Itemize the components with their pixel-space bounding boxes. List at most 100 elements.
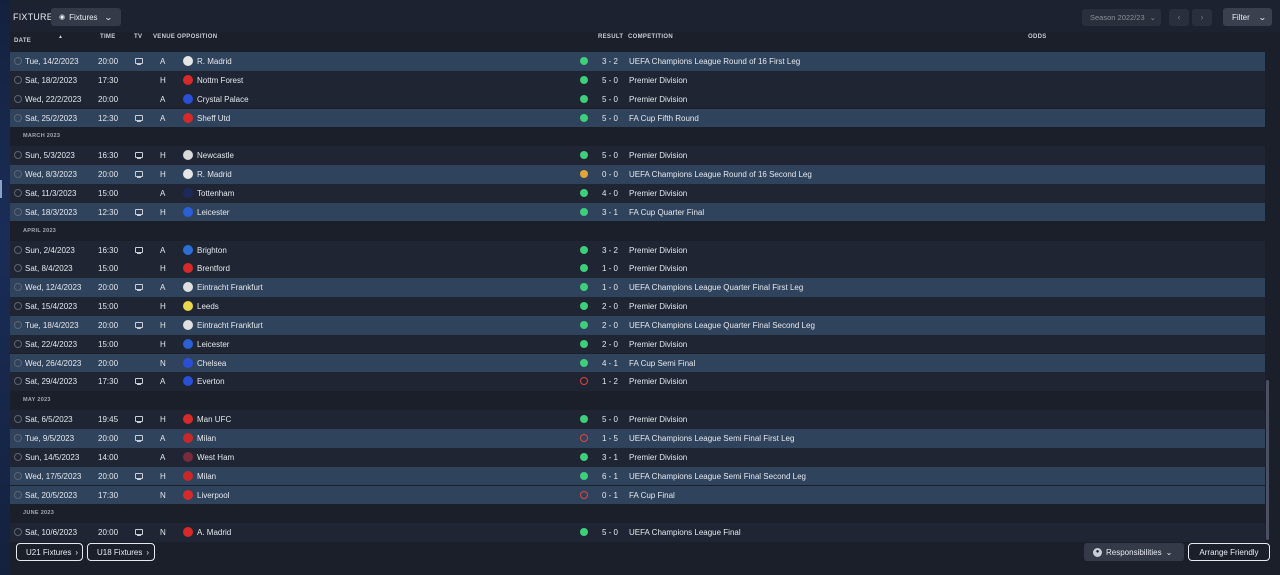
col-time-header[interactable]: TIME bbox=[100, 34, 116, 40]
select-checkbox[interactable] bbox=[14, 377, 22, 386]
table-row[interactable]: Sat, 18/3/2023 12:30 H Leicester 3 - 1 FA Cup… bbox=[10, 202, 1265, 222]
table-row[interactable]: Sat, 20/5/2023 17:30 N Liverpool 0 - 1 FA Cup… bbox=[10, 485, 1265, 505]
win-result-icon bbox=[580, 264, 588, 273]
season-selector[interactable]: Season 2022/23 ⌄ bbox=[1082, 9, 1161, 26]
table-row[interactable]: Sat, 6/5/2023 19:45 H Man UFC 5 - 0 Premier D… bbox=[10, 410, 1265, 429]
opposition-cell[interactable]: Man UFC bbox=[197, 415, 231, 424]
select-checkbox[interactable] bbox=[14, 320, 22, 329]
select-checkbox[interactable] bbox=[14, 207, 22, 216]
select-checkbox[interactable] bbox=[14, 302, 22, 311]
col-result-header[interactable]: RESULT bbox=[598, 34, 623, 40]
select-checkbox[interactable] bbox=[14, 452, 22, 461]
table-row[interactable]: Sat, 10/6/2023 20:00 N A. Madrid 5 - 0 UEFA C… bbox=[10, 523, 1265, 542]
u18-fixtures-button[interactable]: U18 Fixtures › bbox=[87, 543, 155, 561]
opposition-cell[interactable]: Leeds bbox=[197, 302, 219, 311]
select-checkbox[interactable] bbox=[14, 94, 22, 103]
table-row[interactable]: Sat, 29/4/2023 17:30 A Everton 1 - 2 Premier … bbox=[10, 372, 1265, 392]
select-checkbox[interactable] bbox=[14, 283, 22, 292]
select-checkbox[interactable] bbox=[14, 245, 22, 254]
opposition-cell[interactable]: Liverpool bbox=[197, 491, 229, 500]
opposition-cell[interactable]: Everton bbox=[197, 377, 225, 386]
select-checkbox[interactable] bbox=[14, 57, 22, 65]
table-row[interactable]: Sat, 15/4/2023 15:00 H Leeds 2 - 0 Premier Di… bbox=[10, 297, 1265, 316]
table-row[interactable]: Sat, 18/2/2023 17:30 H Nottm Forest 5 - 0 Pre… bbox=[10, 70, 1265, 90]
col-tv-header[interactable]: TV bbox=[134, 34, 142, 40]
select-checkbox[interactable] bbox=[14, 264, 22, 273]
opposition-cell[interactable]: Newcastle bbox=[197, 151, 234, 160]
responsibilities-button[interactable]: ● Responsibilities ⌄ bbox=[1084, 543, 1184, 561]
select-checkbox[interactable] bbox=[14, 471, 22, 480]
select-checkbox[interactable] bbox=[14, 528, 22, 537]
previous-season-button[interactable]: ‹ bbox=[1169, 9, 1189, 26]
table-row[interactable]: Wed, 26/4/2023 20:00 N Chelsea 4 - 1 FA Cup S… bbox=[10, 353, 1265, 373]
col-odds-header[interactable]: ODDS bbox=[1028, 34, 1047, 40]
filter-button[interactable]: Filter ⌄ bbox=[1223, 8, 1272, 26]
opposition-cell[interactable]: Crystal Palace bbox=[197, 95, 249, 104]
opposition-cell[interactable]: Brighton bbox=[197, 246, 227, 255]
table-row[interactable]: Tue, 18/4/2023 20:00 H Eintracht Frankfurt 2… bbox=[10, 315, 1265, 335]
select-checkbox[interactable] bbox=[14, 151, 22, 160]
opposition-cell[interactable]: Leicester bbox=[197, 340, 229, 349]
view-selector[interactable]: ◉ Fixtures ⌄ bbox=[51, 8, 121, 26]
opposition-cell[interactable]: West Ham bbox=[197, 453, 234, 462]
table-row[interactable]: Tue, 14/2/2023 20:00 A R. Madrid 3 - 2 UEFA C… bbox=[10, 52, 1265, 71]
table-row[interactable]: Wed, 17/5/2023 20:00 H Milan 6 - 1 UEFA Champ… bbox=[10, 466, 1265, 486]
table-row[interactable]: Sat, 11/3/2023 15:00 A Tottenham 4 - 0 Premie… bbox=[10, 183, 1265, 203]
opposition-cell[interactable]: R. Madrid bbox=[197, 57, 232, 66]
table-row[interactable]: Sat, 22/4/2023 15:00 H Leicester 2 - 0 Premie… bbox=[10, 334, 1265, 354]
select-checkbox[interactable] bbox=[14, 434, 22, 442]
opposition-cell[interactable]: Brentford bbox=[197, 264, 230, 273]
table-row[interactable]: Sat, 8/4/2023 15:00 H Brentford 1 - 0 Premier… bbox=[10, 259, 1265, 279]
chevron-left-icon: ‹ bbox=[1177, 12, 1181, 22]
month-label: JUNE 2023 bbox=[23, 510, 55, 517]
opposition-cell[interactable]: Nottm Forest bbox=[197, 76, 243, 85]
table-row[interactable]: Sun, 14/5/2023 14:00 A West Ham 3 - 1 Premier… bbox=[10, 447, 1265, 467]
table-row[interactable]: Wed, 22/2/2023 20:00 A Crystal Palace 5 - 0 P… bbox=[10, 89, 1265, 109]
table-row[interactable]: Sat, 25/2/2023 12:30 A Sheff Utd 5 - 0 FA Cup… bbox=[10, 108, 1265, 128]
result-cell: 5 - 0 bbox=[602, 151, 619, 161]
opposition-cell[interactable]: Leicester bbox=[197, 208, 229, 217]
result-cell: 6 - 1 bbox=[602, 471, 619, 481]
table-row[interactable]: Tue, 9/5/2023 20:00 A Milan 1 - 5 UEFA Champi… bbox=[10, 429, 1265, 448]
result-cell: 5 - 0 bbox=[602, 415, 619, 425]
venue-cell: H bbox=[160, 207, 166, 217]
competition-cell: Premier Division bbox=[629, 302, 688, 312]
opposition-cell[interactable]: Milan bbox=[197, 434, 216, 443]
select-checkbox[interactable] bbox=[14, 339, 22, 348]
competition-cell: Premier Division bbox=[629, 415, 688, 425]
opposition-cell[interactable]: Milan bbox=[197, 472, 216, 481]
select-checkbox[interactable] bbox=[14, 490, 22, 499]
win-result-icon bbox=[580, 415, 588, 424]
select-checkbox[interactable] bbox=[14, 170, 22, 179]
table-row[interactable]: Sun, 2/4/2023 16:30 A Brighton 3 - 2 Premier … bbox=[10, 240, 1265, 260]
opposition-cell[interactable]: Tottenham bbox=[197, 189, 234, 198]
col-date-header[interactable]: DATE ▲ bbox=[14, 34, 63, 44]
select-checkbox[interactable] bbox=[14, 75, 22, 84]
opposition-cell[interactable]: Eintracht Frankfurt bbox=[197, 283, 263, 292]
arrange-friendly-button[interactable]: Arrange Friendly bbox=[1188, 543, 1270, 561]
u21-fixtures-button[interactable]: U21 Fixtures › bbox=[16, 543, 83, 561]
fixtures-table: Tue, 14/2/2023 20:00 A R. Madrid 3 - 2 UEFA C… bbox=[10, 44, 1265, 544]
select-checkbox[interactable] bbox=[14, 188, 22, 197]
table-row[interactable]: Sun, 5/3/2023 16:30 H Newcastle 5 - 0 Premier… bbox=[10, 146, 1265, 165]
opposition-cell[interactable]: Sheff Utd bbox=[197, 114, 230, 123]
table-row[interactable]: Wed, 12/4/2023 20:00 A Eintracht Frankfurt 1… bbox=[10, 278, 1265, 297]
select-checkbox[interactable] bbox=[14, 415, 22, 424]
opposition-cell[interactable]: A. Madrid bbox=[197, 528, 231, 537]
select-checkbox[interactable] bbox=[14, 358, 22, 367]
col-venue-header[interactable]: VENUE bbox=[153, 34, 175, 40]
next-season-button[interactable]: › bbox=[1192, 9, 1212, 26]
tv-icon bbox=[135, 171, 143, 179]
col-opposition-header[interactable]: OPPOSITION bbox=[177, 34, 217, 40]
opposition-cell[interactable]: Eintracht Frankfurt bbox=[197, 321, 263, 330]
chevron-down-icon: ⌄ bbox=[1165, 547, 1173, 557]
club-crest-icon bbox=[183, 74, 193, 85]
opposition-cell[interactable]: Chelsea bbox=[197, 359, 226, 368]
select-checkbox[interactable] bbox=[14, 113, 22, 122]
time-cell: 20:00 bbox=[98, 358, 119, 368]
col-competition-header[interactable]: COMPETITION bbox=[628, 34, 673, 40]
club-crest-icon bbox=[183, 451, 193, 462]
opposition-cell[interactable]: R. Madrid bbox=[197, 170, 232, 179]
table-row[interactable]: Wed, 8/3/2023 20:00 H R. Madrid 0 - 0 UEFA Ch… bbox=[10, 165, 1265, 184]
scrollbar[interactable] bbox=[1266, 380, 1269, 540]
